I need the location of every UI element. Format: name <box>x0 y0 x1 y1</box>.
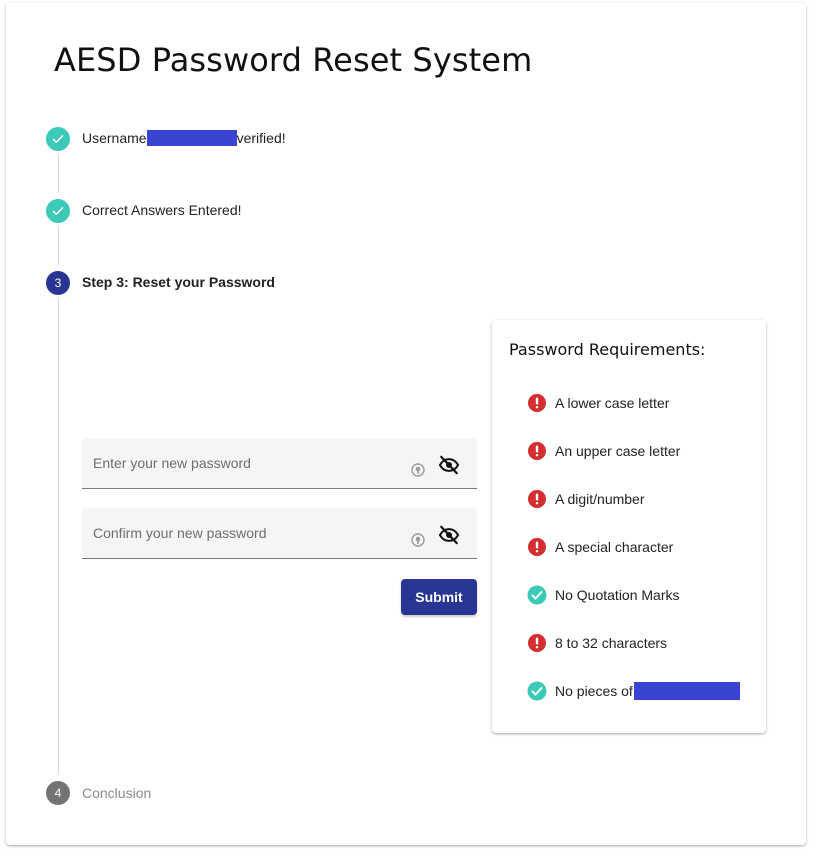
confirm-password-field[interactable] <box>82 508 477 559</box>
step-1-label: Username verified! <box>82 130 286 146</box>
redacted-username <box>633 682 740 700</box>
step-connector-1 <box>58 155 59 193</box>
step-connector-2 <box>58 227 59 265</box>
requirement-label: A special character <box>555 539 674 555</box>
requirements-title: Password Requirements: <box>509 340 706 359</box>
password-requirements-card: Password Requirements: A lower case lett… <box>492 320 766 733</box>
check-circle-icon <box>527 585 547 605</box>
step-2-label: Correct Answers Entered! <box>82 202 242 218</box>
page-title: AESD Password Reset System <box>54 41 533 79</box>
requirement-length: 8 to 32 characters <box>527 632 667 654</box>
step-4-number: 4 <box>46 781 70 805</box>
requirement-lowercase: A lower case letter <box>527 392 669 414</box>
step-4-label: Conclusion <box>82 785 152 801</box>
requirement-label: No pieces of <box>555 683 633 699</box>
reset-card: AESD Password Reset System Username verif… <box>6 3 806 845</box>
error-icon <box>528 490 546 508</box>
visibility-off-icon[interactable] <box>438 525 460 545</box>
step-1-label-prefix: Username <box>82 130 147 146</box>
new-password-field[interactable] <box>82 438 477 489</box>
step-1-label-suffix: verified! <box>236 130 286 146</box>
requirement-label: A digit/number <box>555 491 645 507</box>
password-manager-icon[interactable] <box>411 463 425 477</box>
error-icon <box>528 634 546 652</box>
visibility-off-icon[interactable] <box>438 455 460 475</box>
requirement-digit: A digit/number <box>527 488 645 510</box>
submit-button[interactable]: Submit <box>401 579 477 615</box>
step-connector-3 <box>58 299 59 773</box>
step-3-label: Step 3: Reset your Password <box>82 274 275 290</box>
check-circle-icon <box>527 681 547 701</box>
step-2-check-icon <box>46 199 70 223</box>
error-icon <box>528 394 546 412</box>
step-3-number: 3 <box>46 271 70 295</box>
requirement-label: No Quotation Marks <box>555 587 680 603</box>
requirement-label: A lower case letter <box>555 395 670 411</box>
error-icon <box>528 442 546 460</box>
requirement-label: 8 to 32 characters <box>555 635 668 651</box>
requirement-label: An upper case letter <box>555 443 681 459</box>
requirement-special: A special character <box>527 536 673 558</box>
redacted-username <box>146 130 237 146</box>
requirement-no-quotes: No Quotation Marks <box>527 584 680 606</box>
step-1-check-icon <box>46 127 70 151</box>
error-icon <box>528 538 546 556</box>
requirement-no-username-pieces: No pieces of <box>527 680 740 702</box>
password-manager-icon[interactable] <box>411 533 425 547</box>
requirement-uppercase: An upper case letter <box>527 440 680 462</box>
